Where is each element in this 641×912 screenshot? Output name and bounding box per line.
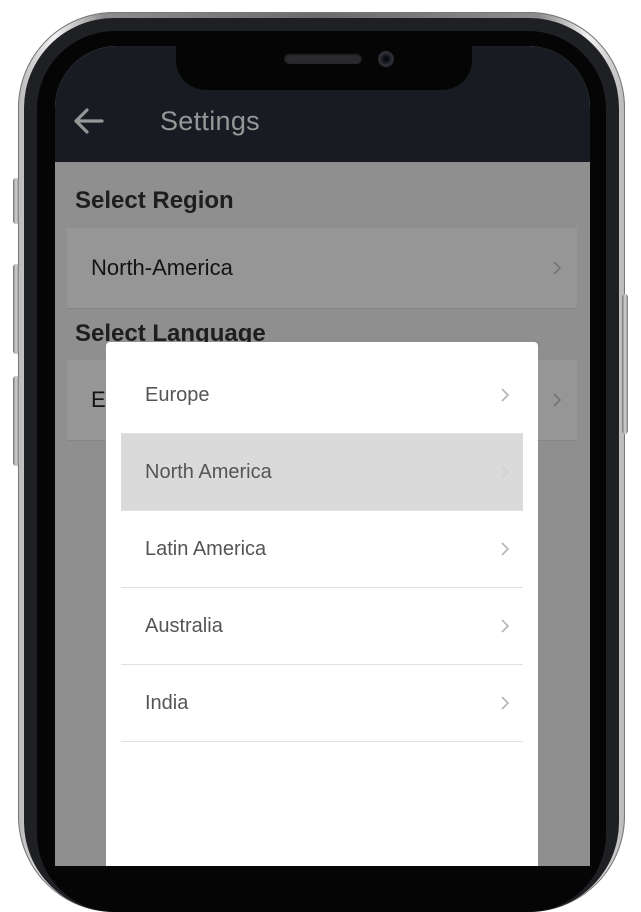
chevron-right-icon [487, 695, 523, 711]
region-option-europe[interactable]: Europe [121, 357, 523, 434]
phone-screen: Settings Select Region North-America Sel… [55, 46, 590, 866]
chevron-right-icon [487, 541, 523, 557]
mute-switch [13, 178, 19, 224]
front-camera [378, 51, 394, 67]
chevron-right-icon [487, 464, 523, 480]
chevron-right-icon [487, 387, 523, 403]
earpiece-speaker [284, 53, 362, 64]
power-button [622, 294, 628, 434]
region-option-latin-america[interactable]: Latin America [121, 511, 523, 588]
region-list: Europe North America Latin America Austr… [121, 357, 523, 742]
list-item-label: Latin America [145, 537, 267, 560]
chevron-right-icon [487, 618, 523, 634]
region-option-north-america[interactable]: North America [121, 434, 523, 511]
region-picker-dialog: Europe North America Latin America Austr… [106, 342, 538, 866]
list-item-label: India [145, 691, 189, 714]
list-item-label: North America [145, 460, 272, 483]
region-option-australia[interactable]: Australia [121, 588, 523, 665]
volume-down-button [13, 376, 19, 466]
region-option-india[interactable]: India [121, 665, 523, 742]
list-item-label: Europe [145, 383, 210, 406]
list-item-label: Australia [145, 614, 223, 637]
volume-up-button [13, 264, 19, 354]
